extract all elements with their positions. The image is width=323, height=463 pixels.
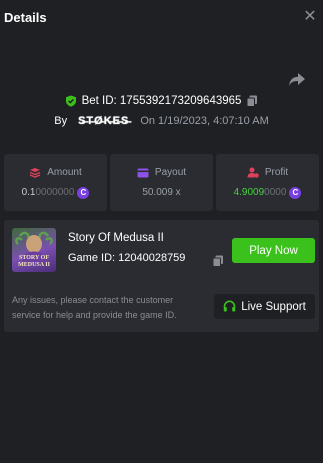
live-support-button[interactable]: Live Support xyxy=(214,294,315,319)
stat-amount-value-tail: 0000000 xyxy=(35,187,75,198)
stat-profit: Profit 4.90090000 C xyxy=(216,154,319,211)
shield-check-icon xyxy=(65,95,76,107)
card-icon xyxy=(137,168,149,177)
bet-id: Bet ID: 1755392173209643965 xyxy=(81,95,242,107)
game-thumbnail-title: STORY OF MEDUSA II xyxy=(18,255,50,268)
by-label: By xyxy=(54,115,68,127)
page-title: Details xyxy=(4,9,47,25)
stat-amount: Amount 0.10000000 C xyxy=(4,154,107,211)
coin-icon: C xyxy=(289,186,302,199)
stat-amount-value: 0.1 xyxy=(21,187,36,198)
bet-date: On 1/19/2023, 4:07:10 AM xyxy=(140,115,269,127)
copy-icon[interactable] xyxy=(212,255,224,267)
game-id: Game ID: 12040028759 xyxy=(68,252,186,264)
stat-amount-label: Amount xyxy=(47,166,82,178)
close-icon[interactable]: ✕ xyxy=(303,9,317,25)
share-icon[interactable] xyxy=(288,70,306,88)
stack-icon xyxy=(30,167,41,178)
bet-id-row: Bet ID: 1755392173209643965 xyxy=(0,93,323,109)
bet-stats: Amount 0.10000000 C Payout 50.009 x Prof… xyxy=(4,154,319,211)
game-name: Story Of Medusa II xyxy=(68,232,164,244)
stat-profit-label: Profit xyxy=(264,166,289,178)
live-support-label: Live Support xyxy=(241,300,306,313)
stat-profit-value: 4.9009 xyxy=(233,187,265,198)
stat-profit-value-tail: 0000 xyxy=(264,187,287,198)
stat-payout: Payout 50.009 x xyxy=(110,154,213,211)
bet-author-row: By S̶T̶Ø̶K̶E̶S̶ On 1/19/2023, 4:07:10 AM xyxy=(0,113,323,129)
game-card: STORY OF MEDUSA II Story Of Medusa II Ga… xyxy=(4,220,319,332)
headset-icon xyxy=(223,300,236,312)
support-message: Any issues, please contact the customer … xyxy=(12,295,177,320)
play-now-button[interactable]: Play Now xyxy=(232,238,315,263)
stat-payout-label: Payout xyxy=(154,167,187,178)
user-coin-icon xyxy=(247,167,259,178)
stat-payout-value: 50.009 x xyxy=(142,187,181,198)
copy-icon[interactable] xyxy=(246,95,258,107)
username[interactable]: S̶T̶Ø̶K̶E̶S̶ xyxy=(78,115,129,127)
details-header: Details ✕ xyxy=(0,0,323,34)
coin-icon: C xyxy=(77,186,90,199)
game-thumbnail[interactable]: STORY OF MEDUSA II xyxy=(12,228,56,272)
